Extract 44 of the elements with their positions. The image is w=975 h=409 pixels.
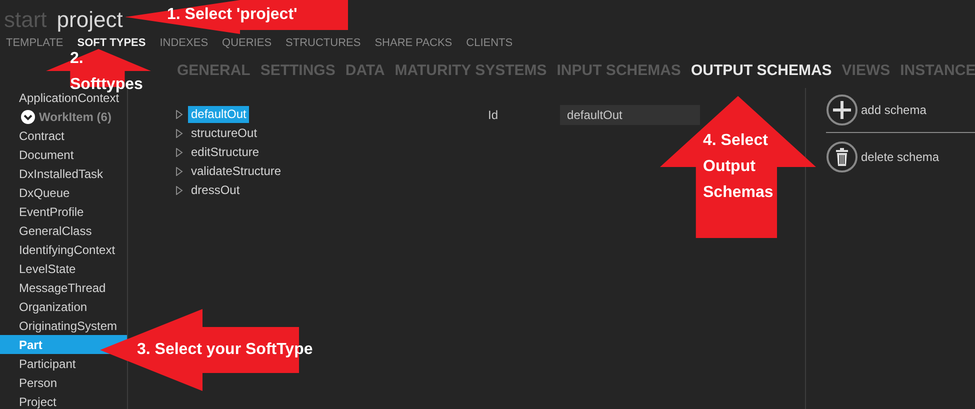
expand-triangle-icon[interactable] bbox=[175, 167, 183, 176]
tab[interactable]: STRUCTURES bbox=[286, 34, 361, 52]
section-tab[interactable]: OUTPUT SCHEMAS bbox=[690, 60, 832, 82]
sidebar-item[interactable]: Document bbox=[0, 145, 127, 164]
annotation-label: Schemas bbox=[703, 183, 774, 203]
sidebar-item[interactable]: DxQueue bbox=[0, 183, 127, 202]
chevron-icon[interactable] bbox=[21, 110, 35, 124]
sidebar-item[interactable]: GeneralClass bbox=[0, 221, 127, 240]
tab[interactable]: SHARE PACKS bbox=[374, 34, 452, 52]
tree-item[interactable]: editStructure bbox=[188, 144, 262, 161]
tree-item[interactable]: structureOut bbox=[188, 125, 260, 142]
tab[interactable]: INDEXES bbox=[160, 34, 208, 52]
delete-schema-button[interactable]: delete schema bbox=[826, 141, 940, 173]
tab[interactable]: SOFT TYPES bbox=[77, 34, 146, 52]
sidebar-item[interactable]: Contract bbox=[0, 126, 127, 145]
plus-icon bbox=[826, 94, 858, 126]
sidebar-item[interactable]: Project bbox=[0, 392, 127, 409]
tab[interactable]: TEMPLATE bbox=[6, 34, 64, 52]
sidebar-item[interactable]: DxInstalledTask bbox=[0, 164, 127, 183]
sidebar-item[interactable]: Participant bbox=[0, 354, 127, 373]
tree-item[interactable]: dressOut bbox=[188, 182, 243, 199]
tab[interactable]: CLIENTS bbox=[466, 34, 513, 52]
annotation-label: 4. Select bbox=[703, 131, 768, 151]
sidebar-item[interactable]: MessageThread bbox=[0, 278, 127, 297]
tree-item[interactable]: validateStructure bbox=[188, 163, 284, 180]
breadcrumb-link[interactable]: project bbox=[56, 7, 123, 33]
expand-triangle-icon[interactable] bbox=[175, 186, 183, 195]
sidebar-item[interactable]: OriginatingSystem bbox=[0, 316, 127, 335]
group-header: WorkItem (6) bbox=[39, 108, 112, 126]
sidebar-item[interactable]: Organization bbox=[0, 297, 127, 316]
id-field[interactable]: defaultOut bbox=[560, 105, 700, 125]
expand-triangle-icon[interactable] bbox=[175, 148, 183, 157]
add-schema-button[interactable]: add schema bbox=[826, 94, 926, 126]
expand-triangle-icon[interactable] bbox=[175, 129, 183, 138]
sidebar-item[interactable]: Person bbox=[0, 373, 127, 392]
tab[interactable]: QUERIES bbox=[222, 34, 272, 52]
field-label: Id bbox=[487, 107, 498, 124]
expand-triangle-icon[interactable] bbox=[175, 110, 183, 119]
sidebar-item[interactable]: EventProfile bbox=[0, 202, 127, 221]
trash-icon bbox=[826, 141, 858, 173]
annotation-label: Output bbox=[703, 157, 756, 177]
sidebar-item[interactable]: LevelState bbox=[0, 259, 127, 278]
sidebar-item[interactable]: IdentifyingContext bbox=[0, 240, 127, 259]
annotation-label: 1. Select 'project' bbox=[167, 5, 298, 25]
